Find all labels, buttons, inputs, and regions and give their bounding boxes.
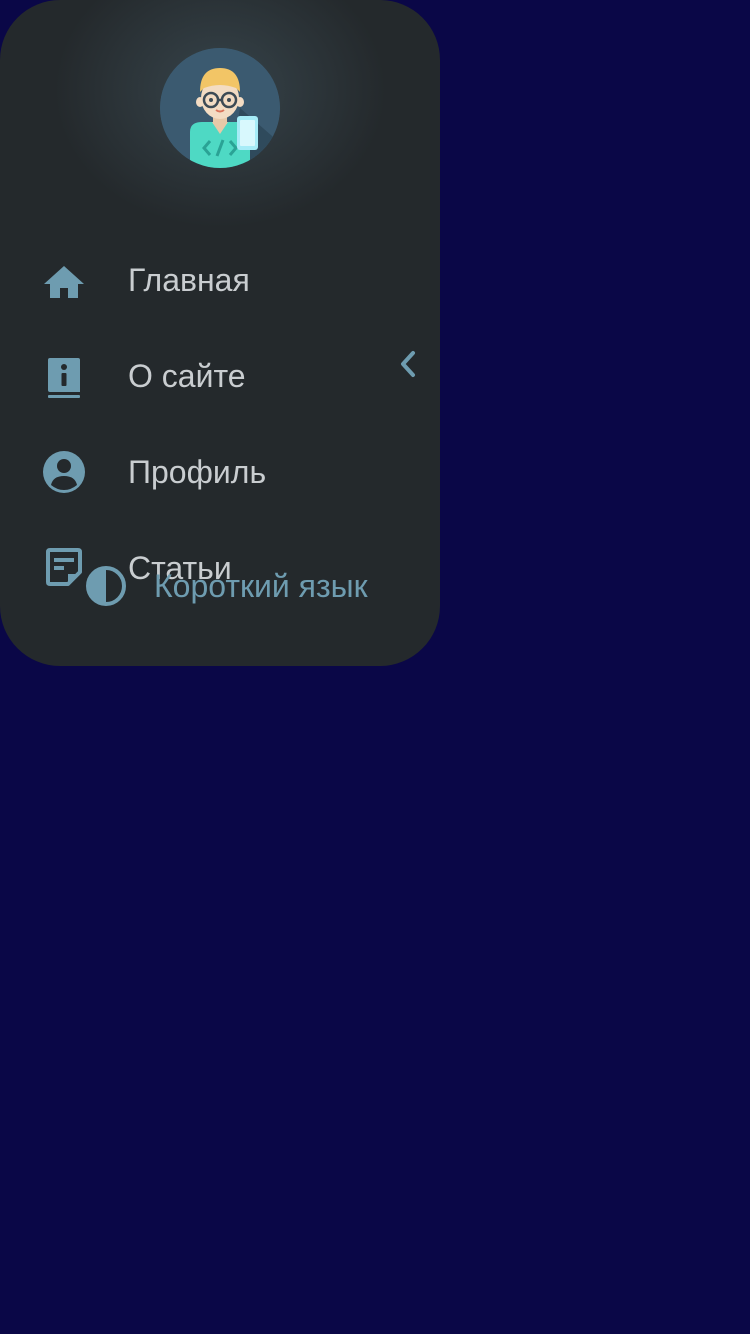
nav-item-label: Главная <box>128 261 250 298</box>
info-book-icon <box>40 352 88 400</box>
nav-item-label: Профиль <box>128 453 267 490</box>
language-toggle-label: Короткий язык <box>154 567 368 604</box>
home-icon <box>40 256 88 304</box>
article-icon <box>40 544 88 592</box>
nav-item-home[interactable]: Главная <box>40 250 400 310</box>
nav-item-about[interactable]: О сайте <box>40 346 400 406</box>
account-circle-icon <box>40 448 88 496</box>
navigation-drawer: Главная О сайте Профиль Статьи Короткий … <box>0 0 440 666</box>
nav-item-label: О сайте <box>128 357 246 394</box>
developer-avatar-icon[interactable] <box>160 48 280 168</box>
chevron-left-icon <box>398 349 418 384</box>
nav-item-profile[interactable]: Профиль <box>40 442 400 502</box>
language-toggle[interactable]: Короткий язык <box>84 562 404 610</box>
contrast-icon <box>84 564 128 608</box>
